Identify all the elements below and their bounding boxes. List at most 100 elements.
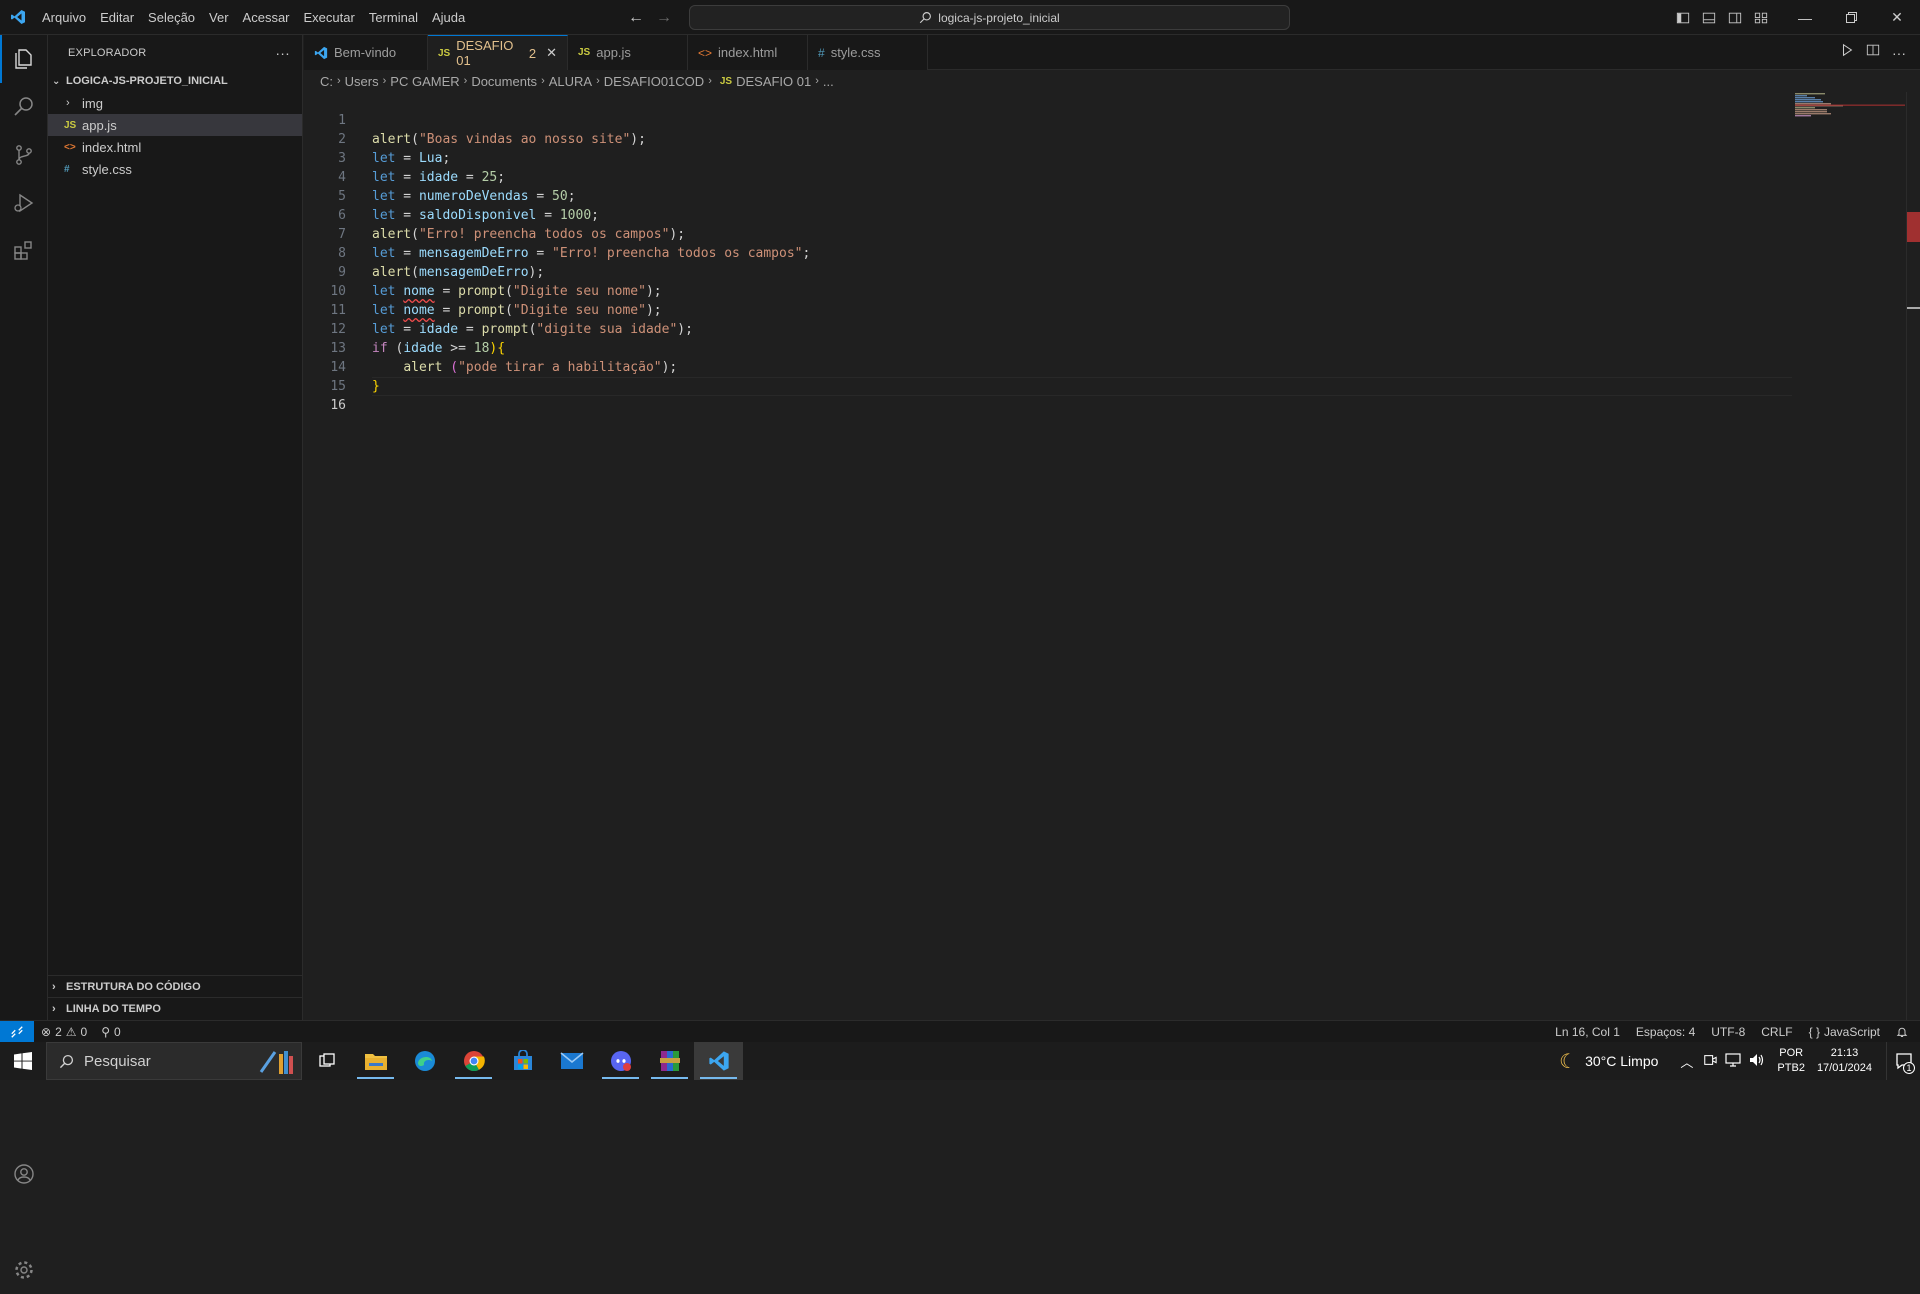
breadcrumb-item[interactable]: ALURA — [549, 74, 592, 89]
run-file-icon[interactable] — [1840, 43, 1854, 62]
chevron-right-icon: › — [708, 75, 712, 87]
menu-terminal[interactable]: Terminal — [362, 0, 425, 35]
meet-now-icon[interactable] — [1703, 1053, 1718, 1070]
breadcrumb-item[interactable]: Documents — [471, 74, 537, 89]
tree-item-index-html[interactable]: <> index.html — [48, 136, 302, 158]
chevron-up-icon[interactable]: ︿ — [1680, 1052, 1693, 1071]
moon-weather-icon[interactable]: ☾ — [1559, 1049, 1577, 1074]
menu-editar[interactable]: Editar — [93, 0, 141, 35]
chrome-browser-icon[interactable] — [449, 1042, 498, 1080]
more-actions-icon[interactable]: ··· — [1892, 45, 1906, 61]
chevron-right-icon: › — [66, 97, 70, 109]
toggle-primary-sidebar-icon[interactable] — [1670, 0, 1696, 35]
code-line: 8 alert(mensagemDeErro); — [304, 225, 1920, 280]
split-editor-icon[interactable] — [1866, 43, 1880, 62]
tab-app-js[interactable]: JS app.js — [568, 35, 688, 70]
command-center-search[interactable]: logica-js-projeto_inicial — [689, 5, 1290, 30]
restore-icon[interactable] — [1828, 0, 1874, 35]
network-icon[interactable] — [1725, 1052, 1742, 1070]
error-count: 2 — [55, 1024, 62, 1039]
editor-scrollbar[interactable] — [1906, 92, 1920, 1020]
breadcrumb-item[interactable]: DESAFIO01COD — [604, 74, 704, 89]
more-actions-icon[interactable]: ··· — [275, 45, 290, 61]
encoding[interactable]: UTF-8 — [1703, 1025, 1753, 1039]
customize-layout-icon[interactable] — [1748, 0, 1774, 35]
indentation[interactable]: Espaços: 4 — [1628, 1025, 1703, 1039]
menu-ajuda[interactable]: Ajuda — [425, 0, 472, 35]
language-mode[interactable]: { } JavaScript — [1801, 1025, 1888, 1039]
breadcrumb-item[interactable]: ... — [823, 74, 834, 89]
workspace-root-folder[interactable]: ⌄ LOGICA-JS-PROJETO_INICIAL — [48, 70, 302, 92]
discord-icon[interactable] — [596, 1042, 645, 1080]
tree-item-style-css[interactable]: # style.css — [48, 158, 302, 180]
clock-time: 21:13 — [1830, 1047, 1859, 1059]
error-icon: ⊗ — [41, 1024, 52, 1039]
input-language-indicator[interactable]: POR PTB2 — [1777, 1046, 1805, 1076]
cursor-position[interactable]: Ln 16, Col 1 — [1547, 1025, 1628, 1039]
problems-indicator[interactable]: ⊗ 2 ⚠ 0 — [34, 1025, 94, 1039]
command-center-text: logica-js-projeto_inicial — [938, 10, 1060, 25]
notification-count-badge: 1 — [1903, 1062, 1915, 1074]
toggle-secondary-sidebar-icon[interactable] — [1722, 0, 1748, 35]
breadcrumb-item[interactable]: C: — [320, 74, 333, 89]
code-line: 9 let nome = prompt("Digite seu nome"); — [304, 244, 1920, 299]
notification-center-icon[interactable]: 1 — [1886, 1042, 1920, 1080]
accounts-icon[interactable] — [0, 1150, 48, 1198]
gear-icon[interactable] — [0, 1246, 48, 1294]
ports-indicator[interactable]: ⚲ 0 — [94, 1025, 127, 1039]
weather-text[interactable]: 30°C Limpo — [1585, 1053, 1658, 1069]
tab-style-css[interactable]: # style.css — [808, 35, 928, 70]
timeline-section[interactable]: › LINHA DO TEMPO — [48, 997, 302, 1019]
tree-item-app-js[interactable]: JS app.js — [48, 114, 302, 136]
toggle-panel-icon[interactable] — [1696, 0, 1722, 35]
explorer-icon[interactable] — [0, 35, 48, 83]
tab-label: DESAFIO 01 — [456, 38, 514, 68]
code-editor[interactable]: 1 alert("Boas vindas ao nosso site"); 2 … — [304, 92, 1920, 1020]
menu-arquivo[interactable]: Arquivo — [35, 0, 93, 35]
file-explorer-icon[interactable] — [351, 1042, 400, 1080]
menu-executar[interactable]: Executar — [297, 0, 362, 35]
css-file-icon: # — [64, 163, 70, 175]
clock[interactable]: 21:13 17/01/2024 — [1817, 1046, 1872, 1076]
source-control-icon[interactable] — [0, 131, 48, 179]
explorer-title: EXPLORADOR — [68, 46, 147, 59]
task-view-icon[interactable] — [302, 1042, 351, 1080]
code-line: 14 } — [304, 339, 1920, 394]
windows-start-icon[interactable] — [0, 1042, 46, 1080]
close-tab-icon[interactable]: ✕ — [546, 45, 557, 61]
volume-icon[interactable] — [1749, 1053, 1765, 1070]
minimize-icon[interactable]: — — [1782, 0, 1828, 35]
code-line: 7 let = mensagemDeErro = "Erro! preencha… — [304, 206, 1920, 261]
extensions-icon[interactable] — [0, 227, 48, 275]
taskbar-search[interactable]: Pesquisar — [46, 1042, 302, 1080]
tree-item-img[interactable]: › img — [48, 92, 302, 114]
winrar-icon[interactable] — [645, 1042, 694, 1080]
minimap[interactable] — [1795, 92, 1905, 122]
tab-desafio-01[interactable]: JS DESAFIO 01 2 ✕ — [428, 35, 568, 70]
chevron-right-icon: › — [463, 75, 468, 87]
bell-icon[interactable] — [1888, 1026, 1920, 1038]
code-line: 3 let = idade = 25; — [304, 130, 1920, 185]
forward-arrow-icon[interactable]: → — [656, 9, 672, 27]
vscode-taskbar-icon[interactable] — [694, 1042, 743, 1080]
tab-bem-vindo[interactable]: Bem-vindo — [304, 35, 428, 70]
mail-icon[interactable] — [547, 1042, 596, 1080]
tree-item-label: index.html — [82, 139, 142, 155]
edge-browser-icon[interactable] — [400, 1042, 449, 1080]
tab-index-html[interactable]: <> index.html — [688, 35, 808, 70]
remote-indicator-icon[interactable] — [0, 1020, 34, 1043]
microsoft-store-icon[interactable] — [498, 1042, 547, 1080]
menu-ver[interactable]: Ver — [202, 0, 236, 35]
breadcrumb-item[interactable]: DESAFIO 01 — [736, 74, 811, 89]
run-debug-icon[interactable] — [0, 179, 48, 227]
breadcrumb-item[interactable]: Users — [345, 74, 379, 89]
outline-section[interactable]: › ESTRUTURA DO CÓDIGO — [48, 975, 302, 997]
end-of-line[interactable]: CRLF — [1753, 1025, 1800, 1039]
code-line: 11 let = idade = prompt("digite sua idad… — [304, 282, 1920, 337]
back-arrow-icon[interactable]: ← — [628, 9, 644, 27]
menu-acessar[interactable]: Acessar — [236, 0, 297, 35]
menu-selecao[interactable]: Seleção — [141, 0, 202, 35]
close-window-icon[interactable]: ✕ — [1874, 0, 1920, 35]
breadcrumb-item[interactable]: PC GAMER — [390, 74, 459, 89]
search-icon[interactable] — [0, 83, 48, 131]
